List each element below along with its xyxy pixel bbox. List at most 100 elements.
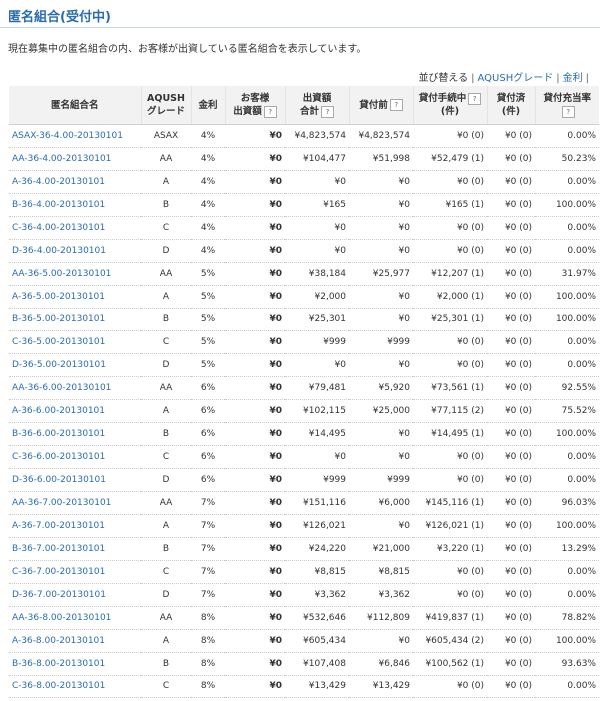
fund-name-link[interactable]: D-36-4.00-20130101 (9, 239, 141, 263)
grade-cell: AA (141, 147, 191, 171)
rate-cell: 6% (191, 422, 225, 447)
sort-by-rate-link[interactable]: 金利 (563, 73, 583, 84)
pending-loan-cell: ¥100,562 (1) (413, 652, 487, 676)
sort-by-grade-link[interactable]: AQUSHグレード (478, 73, 554, 84)
table-row: C-36-5.00-20130101 C 5% ¥0 ¥999 ¥999 ¥0 (0) ¥0 … (9, 330, 599, 355)
total-investment-cell: ¥126,021 (285, 514, 349, 538)
total-investment-cell: ¥2,000 (285, 285, 349, 309)
fund-name-link[interactable]: C-36-7.00-20130101 (9, 560, 141, 584)
completed-loan-cell: ¥0 (0) (487, 606, 535, 630)
table-row: C-36-6.00-20130101 C 6% ¥0 ¥0 ¥0 ¥0 (0) ¥0 (0) 0… (9, 445, 599, 470)
rate-cell: 5% (191, 353, 225, 378)
table-row: C-36-8.00-20130101 C 8% ¥0 ¥13,429 ¥13,429 ¥0 … (9, 675, 599, 699)
col-total-header: 出資額 合計? (284, 86, 349, 125)
completed-loan-cell: ¥0 (0) (487, 170, 535, 194)
completed-loan-cell: ¥0 (0) (487, 285, 535, 309)
completed-loan-cell: ¥0 (0) (487, 445, 535, 470)
completed-loan-cell: ¥0 (0) (487, 376, 535, 401)
fund-name-link[interactable]: C-36-6.00-20130101 (9, 445, 141, 470)
completed-loan-cell: ¥0 (0) (487, 330, 535, 355)
help-icon[interactable]: ? (561, 105, 575, 118)
loan-ratio-cell: 100.00% (535, 308, 599, 332)
grade-cell: C (141, 216, 191, 240)
fund-name-link[interactable]: ASAX-36-4.00-20130101 (9, 124, 141, 148)
fund-name-link[interactable]: AA-36-6.00-20130101 (9, 376, 141, 401)
completed-loan-cell: ¥0 (0) (487, 491, 535, 515)
rate-cell: 8% (191, 606, 225, 630)
total-investment-cell: ¥999 (285, 468, 349, 492)
rate-cell: 6% (191, 445, 225, 470)
grade-cell: D (141, 239, 191, 263)
my-investment-cell: ¥0 (225, 285, 285, 309)
loan-ratio-cell: 100.00% (535, 422, 599, 447)
rate-cell: 8% (191, 629, 225, 653)
pending-loan-cell: ¥3,220 (1) (413, 537, 487, 561)
loan-ratio-cell: 100.00% (535, 193, 599, 217)
help-icon[interactable]: ? (389, 99, 403, 111)
grade-cell: C (141, 330, 191, 355)
help-icon[interactable]: ? (468, 92, 482, 105)
fund-name-link[interactable]: B-36-8.00-20130101 (9, 652, 141, 676)
before-loan-cell: ¥0 (349, 285, 413, 309)
my-investment-cell: ¥0 (225, 147, 285, 171)
grade-cell: C (141, 445, 191, 470)
my-investment-cell: ¥0 (225, 422, 285, 447)
total-investment-cell: ¥14,495 (285, 422, 349, 447)
grade-cell: AA (141, 606, 191, 630)
fund-name-link[interactable]: AA-36-7.00-20130101 (9, 491, 141, 515)
before-loan-cell: ¥0 (349, 445, 413, 470)
loan-ratio-cell: 0.00% (535, 583, 599, 607)
grade-cell: B (141, 537, 191, 561)
grade-cell: AA (141, 262, 191, 286)
completed-loan-cell: ¥0 (0) (487, 308, 535, 332)
fund-name-link[interactable]: A-36-6.00-20130101 (9, 399, 141, 424)
total-investment-cell: ¥0 (285, 239, 349, 263)
grade-cell: B (141, 652, 191, 676)
completed-loan-cell: ¥0 (0) (487, 652, 535, 676)
before-loan-cell: ¥5,920 (349, 376, 413, 401)
fund-name-link[interactable]: A-36-4.00-20130101 (9, 170, 141, 194)
my-investment-cell: ¥0 (225, 445, 285, 470)
fund-name-link[interactable]: C-36-8.00-20130101 (9, 675, 141, 699)
table-row: B-36-5.00-20130101 B 5% ¥0 ¥25,301 ¥0 ¥25,301 … (9, 308, 599, 332)
table-row: B-36-8.00-20130101 B 8% ¥0 ¥107,408 ¥6,846 ¥10… (9, 652, 599, 676)
completed-loan-cell: ¥0 (0) (487, 422, 535, 447)
before-loan-cell: ¥0 (349, 216, 413, 240)
loan-ratio-cell: 0.00% (535, 330, 599, 355)
fund-name-link[interactable]: B-36-6.00-20130101 (9, 422, 141, 447)
pending-loan-cell: ¥0 (0) (413, 583, 487, 607)
rate-cell: 4% (191, 193, 225, 217)
before-loan-cell: ¥6,000 (349, 491, 413, 515)
pending-loan-cell: ¥0 (0) (413, 560, 487, 584)
loan-ratio-cell: 0.00% (535, 353, 599, 378)
fund-name-link[interactable]: D-36-7.00-20130101 (9, 583, 141, 607)
table-row: B-36-6.00-20130101 B 6% ¥0 ¥14,495 ¥0 ¥14,495 … (9, 422, 599, 447)
my-investment-cell: ¥0 (225, 193, 285, 217)
loan-ratio-cell: 0.00% (535, 675, 599, 699)
fund-name-link[interactable]: C-36-4.00-20130101 (9, 216, 141, 240)
help-icon[interactable]: ? (263, 105, 277, 118)
fund-name-link[interactable]: B-36-5.00-20130101 (9, 308, 141, 332)
loan-ratio-cell: 0.00% (535, 124, 599, 148)
fund-name-link[interactable]: A-36-5.00-20130101 (9, 285, 141, 309)
fund-name-link[interactable]: AA-36-8.00-20130101 (9, 606, 141, 630)
fund-name-link[interactable]: D-36-5.00-20130101 (9, 353, 141, 378)
my-investment-cell: ¥0 (225, 216, 285, 240)
fund-name-link[interactable]: A-36-8.00-20130101 (9, 629, 141, 653)
fund-name-link[interactable]: D-36-6.00-20130101 (9, 468, 141, 492)
rate-cell: 7% (191, 537, 225, 561)
fund-name-link[interactable]: C-36-5.00-20130101 (9, 330, 141, 355)
table-row: D-36-5.00-20130101 D 5% ¥0 ¥0 ¥0 ¥0 (0) ¥0 (0) 0… (9, 353, 599, 378)
total-investment-cell: ¥25,301 (285, 308, 349, 332)
fund-name-link[interactable]: A-36-7.00-20130101 (9, 514, 141, 538)
total-investment-cell: ¥24,220 (285, 537, 349, 561)
fund-name-link[interactable]: AA-36-5.00-20130101 (9, 262, 141, 286)
fund-name-link[interactable]: AA-36-4.00-20130101 (9, 147, 141, 171)
fund-name-link[interactable]: B-36-7.00-20130101 (9, 537, 141, 561)
fund-name-link[interactable]: B-36-4.00-20130101 (9, 193, 141, 217)
before-loan-cell: ¥0 (349, 308, 413, 332)
rate-cell: 4% (191, 170, 225, 194)
help-icon[interactable]: ? (321, 105, 334, 118)
loan-ratio-cell: 100.00% (535, 514, 599, 538)
rate-cell: 5% (191, 330, 225, 355)
